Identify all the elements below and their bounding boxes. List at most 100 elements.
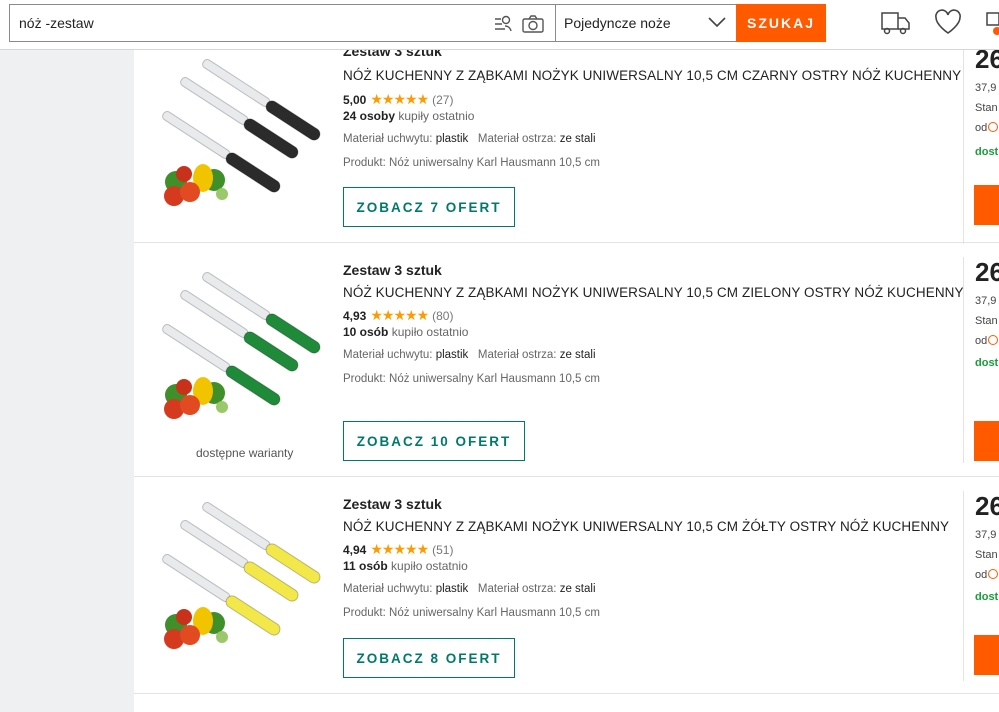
param-label: Materiał ostrza: [477,583,557,595]
product-name[interactable]: Nóż uniwersalny Karl Hausmann 10,5 cm [389,157,600,169]
price-from: od [975,569,999,581]
smart-icon [988,569,999,579]
price-previous: 37,9 [975,529,997,541]
offer-item: Zestaw 3 sztuk NÓŻ KUCHENNY Z ZĄBKAMI NO… [134,477,999,694]
offer-tag: Zestaw 3 sztuk [343,262,442,278]
rating-value: 5,00 [343,92,367,107]
filter-list-icon[interactable] [492,13,514,35]
product-label: Produkt: [343,607,386,619]
product-image[interactable] [156,491,336,651]
offer-tag: Zestaw 3 sztuk [343,496,442,512]
price-standard: Stan [975,102,998,114]
search-button[interactable]: SZUKAJ [736,4,826,42]
smart-icon [988,122,999,132]
delivery-status: dost [975,146,999,158]
purchase-count: 10 osób [343,325,389,339]
param-value: plastik [435,583,469,595]
offer-title[interactable]: NÓŻ KUCHENNY Z ZĄBKAMI NOŻYK UNIWERSALNY… [343,68,961,83]
search-query[interactable]: nóż -zestaw [19,15,94,31]
price-from-label: od [975,335,988,347]
price-column: 26 37,9 Stan od dost [963,50,999,244]
purchase-count: 24 osoby [343,109,396,123]
param-label: Materiał uchwytu: [343,349,433,361]
see-offers-button[interactable]: ZOBACZ 10 OFERT [343,421,525,461]
rating-count: (80) [432,308,454,323]
price-column: 26 37,9 Stan od dost [963,257,999,463]
rating: 4,94 ★★★★★ (51) [343,541,453,558]
offer-title[interactable]: NÓŻ KUCHENNY Z ZĄBKAMI NOŻYK UNIWERSALNY… [343,519,949,534]
offer-item: Zestaw 3 sztuk NÓŻ KUCHENNY Z ZĄBKAMI NO… [134,50,999,244]
purchase-count: 11 osób [343,559,388,573]
recent-purchases: 11 osób kupiło ostatnio [343,559,468,573]
price-column: 26 37,9 Stan od dost [963,491,999,681]
delivery-status: dost [975,357,999,369]
rating-count: (27) [432,92,454,107]
product-image[interactable] [156,261,336,421]
product-line: Produkt: Nóż uniwersalny Karl Hausmann 1… [343,373,600,385]
see-offers-button[interactable]: ZOBACZ 7 OFERT [343,187,515,227]
param-label: Materiał uchwytu: [343,583,433,595]
cart-icon[interactable] [985,9,999,44]
recent-purchases: 10 osób kupiło ostatnio [343,325,468,339]
param-label: Materiał ostrza: [477,133,557,145]
category-select[interactable]: Pojedyncze noże [555,4,737,42]
smart-icon [988,335,999,345]
price-standard: Stan [975,315,998,327]
heart-icon[interactable] [934,9,962,40]
search-input[interactable]: nóż -zestaw [9,4,555,42]
variants-label[interactable]: dostępne warianty [196,446,293,460]
product-image[interactable] [156,50,336,208]
rating: 5,00 ★★★★★ (27) [343,91,453,108]
add-to-cart-button[interactable] [974,635,999,675]
top-bar: nóż -zestaw Pojedyncze noże SZUKAJ [0,0,999,50]
price-from: od [975,122,999,134]
product-name[interactable]: Nóż uniwersalny Karl Hausmann 10,5 cm [389,373,600,385]
param-value: ze stali [559,349,596,361]
chevron-down-icon [708,15,726,34]
offer-tag: Zestaw 3 sztuk [343,50,442,59]
price: 26 [975,257,999,287]
purchase-text: kupiły ostatnio [398,109,475,123]
offer-params: Materiał uchwytu: plastik Materiał ostrz… [343,349,596,361]
param-value: plastik [435,133,469,145]
category-selected: Pojedyncze noże [564,15,671,31]
vegetables-image [164,164,228,206]
offer-item: dostępne warianty Zestaw 3 sztuk NÓŻ KUC… [134,243,999,477]
see-offers-button[interactable]: ZOBACZ 8 OFERT [343,638,515,678]
param-label: Materiał ostrza: [477,349,557,361]
price: 26 [975,50,999,74]
delivery-status: dost [975,591,999,603]
vegetables-image [164,377,228,419]
offer-params: Materiał uchwytu: plastik Materiał ostrz… [343,583,596,595]
price-previous: 37,9 [975,82,997,94]
product-label: Produkt: [343,373,386,385]
price-from-label: od [975,569,988,581]
product-name[interactable]: Nóż uniwersalny Karl Hausmann 10,5 cm [389,607,600,619]
price: 26 [975,491,999,521]
offer-title[interactable]: NÓŻ KUCHENNY Z ZĄBKAMI NOŻYK UNIWERSALNY… [343,285,964,300]
price-from-label: od [975,122,988,134]
delivery-truck-icon[interactable] [878,9,912,42]
param-label: Materiał uchwytu: [343,133,433,145]
star-rating-icon: ★★★★★ [370,541,429,557]
product-label: Produkt: [343,157,386,169]
param-value: ze stali [559,133,596,145]
rating-value: 4,94 [343,542,367,557]
add-to-cart-button[interactable] [974,421,999,461]
price-standard: Stan [975,549,998,561]
param-value: ze stali [559,583,596,595]
purchase-text: kupiło ostatnio [391,559,468,573]
camera-icon[interactable] [522,13,544,35]
offer-params: Materiał uchwytu: plastik Materiał ostrz… [343,133,596,145]
add-to-cart-button[interactable] [974,185,999,225]
rating: 4,93 ★★★★★ (80) [343,307,453,324]
rating-value: 4,93 [343,308,367,323]
product-line: Produkt: Nóż uniwersalny Karl Hausmann 1… [343,607,600,619]
left-gutter [0,50,134,712]
purchase-text: kupiło ostatnio [391,325,469,339]
vegetables-image [164,607,228,649]
recent-purchases: 24 osoby kupiły ostatnio [343,109,474,123]
rating-count: (51) [432,542,454,557]
price-previous: 37,9 [975,295,997,307]
offer-list: Zestaw 3 sztuk NÓŻ KUCHENNY Z ZĄBKAMI NO… [134,50,999,712]
